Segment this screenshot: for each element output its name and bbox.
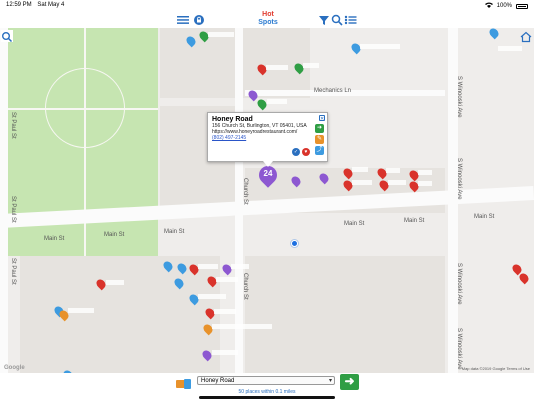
menu-icon[interactable] <box>176 13 190 25</box>
map-block <box>20 256 220 373</box>
pin-label <box>212 350 238 355</box>
home-indicator <box>199 396 335 399</box>
app-header: Hot Spots <box>0 10 534 28</box>
directions-arrow-icon[interactable]: ➜ <box>315 124 324 133</box>
wifi-icon <box>484 2 493 10</box>
bottom-bar: Honey Road ▾ ➜ 50 places within 0.1 mile… <box>0 373 534 400</box>
street-label-main-st: Main St <box>344 221 365 227</box>
street-label-church-st: Church St <box>242 273 248 300</box>
map-attribution[interactable]: Map data ©2019 Google Terms of Use <box>462 366 530 371</box>
popup-tail <box>263 161 273 167</box>
street-label-s-winooski-ave: S Winooski Ave <box>456 76 462 118</box>
google-logo: Google <box>4 365 25 371</box>
street-label-main-st: Main St <box>164 229 185 235</box>
pin-label <box>216 277 238 282</box>
map-block <box>245 256 445 373</box>
street-label-mechanics-ln: Mechanics Ln <box>314 88 352 94</box>
street-label-church-st: Church St <box>242 178 248 205</box>
pin-label <box>231 264 249 269</box>
street-label-s-winooski-ave: S Winooski Ave <box>456 158 462 200</box>
places-count: 50 places within 0.1 miles <box>238 389 296 395</box>
pin-label <box>208 32 234 37</box>
edit-pencil-icon[interactable]: ✎ <box>315 135 324 144</box>
pin-label <box>388 180 406 185</box>
battery-icon <box>516 3 528 9</box>
lock-icon[interactable] <box>193 13 207 25</box>
pin-label <box>352 180 372 185</box>
map-pin[interactable] <box>487 28 501 40</box>
street-label-main-st: Main St <box>104 232 125 238</box>
popup-title: Honey Road <box>212 116 253 123</box>
cluster-count: 24 <box>263 169 273 178</box>
street-label-s-winooski-ave: S Winooski Ave <box>456 328 462 370</box>
close-icon[interactable]: ✕ <box>319 115 325 122</box>
place-popup: Honey Road 156 Church St, Burlington, VT… <box>207 112 328 167</box>
pin-label <box>418 170 432 175</box>
pin-label <box>303 63 319 68</box>
pin-label <box>266 65 288 70</box>
pin-label <box>267 99 287 104</box>
park-path <box>8 108 158 110</box>
pin-label <box>418 181 432 186</box>
street-label-st-paul-st: St Paul St <box>10 258 16 285</box>
pin-label <box>198 294 226 299</box>
map-pin[interactable] <box>517 271 531 285</box>
current-location-dot <box>291 240 298 247</box>
street-label-main-st: Main St <box>474 214 495 220</box>
pin-label <box>106 280 124 285</box>
st-paul-st-road <box>0 28 8 373</box>
logo-top-text: Hot <box>262 11 274 18</box>
pin-label <box>68 308 94 313</box>
pin-label <box>360 44 400 49</box>
status-bar: 12:59 PM Sat May 4 100% <box>0 0 534 10</box>
pin-label <box>198 264 218 269</box>
chevron-down-icon: ▾ <box>328 378 332 384</box>
search-icon[interactable] <box>331 13 345 26</box>
list-icon[interactable] <box>344 13 358 25</box>
map-view[interactable]: Main St Main St Main St Main St Main St … <box>0 28 534 373</box>
pin-label <box>352 167 368 172</box>
street-label-main-st: Main St <box>404 218 425 224</box>
hot-spots-logo: Hot Spots <box>254 11 282 29</box>
pin-label <box>212 324 272 329</box>
pin-label <box>386 168 400 173</box>
map-search-icon[interactable] <box>1 30 13 43</box>
go-arrow-button[interactable]: ➜ <box>340 374 359 390</box>
heart-icon[interactable]: ♥ <box>302 148 310 156</box>
status-time: 12:59 PM <box>6 2 32 8</box>
pin-label <box>498 46 522 51</box>
pin-label <box>214 309 236 314</box>
filter-icon[interactable] <box>318 13 332 25</box>
place-type-icon[interactable] <box>175 377 193 389</box>
check-icon[interactable]: ✓ <box>292 148 300 156</box>
share-icon[interactable]: ⤴ <box>315 146 324 155</box>
home-icon[interactable] <box>520 30 532 43</box>
logo-bottom-text: Spots <box>258 19 278 26</box>
status-date: Sat May 4 <box>37 2 65 8</box>
street-label-main-st: Main St <box>44 236 65 242</box>
street-label-st-paul-st: St Paul St <box>10 112 16 139</box>
place-select-value: Honey Road <box>201 378 235 384</box>
battery-percent: 100% <box>496 3 512 9</box>
street-label-st-paul-st: St Paul St <box>10 196 16 223</box>
popup-phone[interactable]: (802) 497-2145 <box>212 135 323 141</box>
street-label-s-winooski-ave: S Winooski Ave <box>456 263 462 305</box>
place-select[interactable]: Honey Road ▾ <box>197 376 335 385</box>
